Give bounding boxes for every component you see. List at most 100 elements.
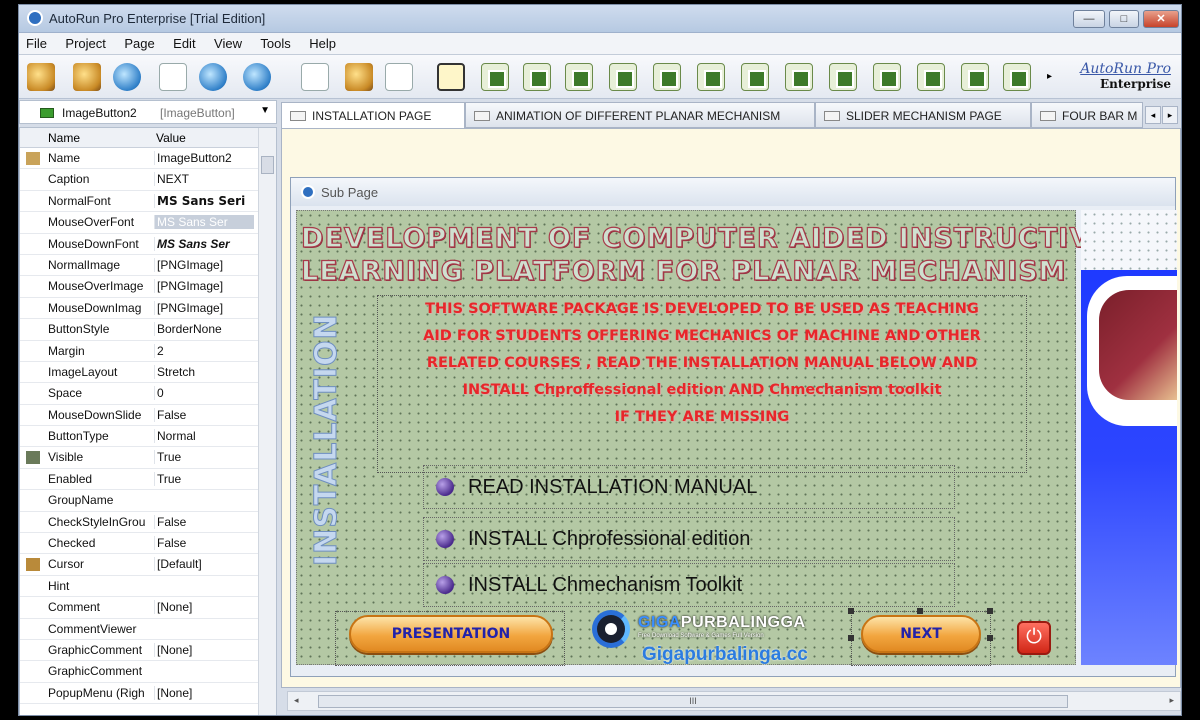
open-project-icon[interactable] [27, 63, 55, 91]
install-chmechanism-button[interactable]: INSTALL Chmechanism Toolkit [423, 563, 955, 607]
text-button-tool-icon[interactable] [653, 63, 681, 91]
toolbar-overflow-icon[interactable]: ▸ [1047, 71, 1052, 82]
property-row[interactable]: ButtonStyle BorderNone [20, 319, 276, 341]
property-row[interactable]: Comment [None] [20, 597, 276, 619]
property-row[interactable]: ImageLayout Stretch [20, 362, 276, 384]
menu-file[interactable]: File [19, 33, 54, 51]
property-value[interactable]: False [154, 536, 254, 551]
tree-tool-icon[interactable] [961, 63, 989, 91]
property-row[interactable]: Hint [20, 576, 276, 598]
property-row[interactable]: PopupMenu (Righ [None] [20, 683, 276, 705]
properties-scrollbar[interactable] [258, 128, 276, 715]
menu-project[interactable]: Project [58, 33, 112, 51]
tab-animation-page[interactable]: ANIMATION OF DIFFERENT PLANAR MECHANISM [465, 102, 815, 128]
list-tool-icon[interactable] [917, 63, 945, 91]
property-row[interactable]: MouseOverImage [PNGImage] [20, 276, 276, 298]
scrollbar-thumb[interactable]: III [318, 695, 1068, 708]
property-row[interactable]: Space 0 [20, 383, 276, 405]
next-button[interactable]: NEXT [861, 615, 981, 653]
property-value[interactable]: MS Sans Ser [154, 215, 254, 230]
property-value[interactable]: [None] [154, 685, 254, 700]
selection-handle[interactable] [917, 608, 923, 614]
property-row[interactable]: NormalFont MS Sans Seri [20, 191, 276, 213]
tab-four-bar-page[interactable]: FOUR BAR M [1031, 102, 1143, 128]
memo-tool-icon[interactable] [741, 63, 769, 91]
property-row[interactable]: Enabled True [20, 469, 276, 491]
scrollbar-thumb[interactable] [261, 156, 274, 174]
property-value[interactable]: MS Sans Seri [154, 193, 254, 208]
property-row[interactable]: MouseDownImag [PNGImage] [20, 298, 276, 320]
tab-slider-mechanism-page[interactable]: SLIDER MECHANISM PAGE [815, 102, 1031, 128]
property-value[interactable]: MS Sans Ser [154, 236, 254, 251]
property-value[interactable]: [PNGImage] [154, 300, 254, 315]
property-value[interactable]: 2 [154, 343, 254, 358]
zoom-page-icon[interactable] [385, 63, 413, 91]
property-value[interactable]: [Default] [154, 557, 254, 572]
shape-tool-icon[interactable] [697, 63, 725, 91]
install-chprofessional-button[interactable]: INSTALL Chprofessional edition [423, 517, 955, 561]
property-value[interactable]: 0 [154, 386, 254, 401]
web-publish-icon[interactable] [113, 63, 141, 91]
sub-page-window[interactable]: Sub Page DEVELOPMENT OF COMPUTER AIDED I… [290, 177, 1177, 677]
property-value[interactable]: ImageButton2 [154, 151, 254, 165]
maximize-button[interactable]: □ [1109, 10, 1139, 28]
flash-tool-icon[interactable] [873, 63, 901, 91]
property-value[interactable]: BorderNone [154, 322, 254, 337]
scroll-left-icon[interactable]: ◂ [294, 695, 299, 706]
horizontal-scrollbar[interactable]: ◂ III ▸ [287, 691, 1181, 711]
close-button[interactable]: ✕ [1143, 10, 1179, 28]
property-value[interactable]: Normal [154, 429, 254, 444]
minimize-button[interactable]: — [1073, 10, 1105, 28]
property-row[interactable]: MouseDownFont MS Sans Ser [20, 234, 276, 255]
property-row[interactable]: Caption NEXT [20, 169, 276, 191]
property-row[interactable]: Checked False [20, 533, 276, 555]
tab-scroll-left-icon[interactable]: ◂ [1145, 106, 1161, 124]
property-row[interactable]: GroupName [20, 490, 276, 512]
scroll-right-icon[interactable]: ▸ [1169, 695, 1174, 706]
property-value[interactable]: False [154, 407, 254, 422]
property-row[interactable]: NormalImage [PNGImage] [20, 255, 276, 277]
menu-tools[interactable]: Tools [253, 33, 297, 51]
panel-tool-icon[interactable] [523, 63, 551, 91]
project-manager-icon[interactable] [73, 63, 101, 91]
tab-scroll-right-icon[interactable]: ▸ [1162, 106, 1178, 124]
property-value[interactable]: False [154, 514, 254, 529]
property-row[interactable]: MouseOverFont MS Sans Ser [20, 212, 276, 234]
property-row[interactable]: ButtonType Normal [20, 426, 276, 448]
property-row[interactable]: Name ImageButton2 [20, 148, 276, 170]
property-value[interactable]: NEXT [154, 172, 254, 187]
menu-help[interactable]: Help [302, 33, 343, 51]
property-row[interactable]: MouseDownSlide False [20, 405, 276, 427]
property-row[interactable]: GraphicComment [None] [20, 640, 276, 662]
label-tool-icon[interactable] [481, 63, 509, 91]
property-value[interactable]: [PNGImage] [154, 279, 254, 294]
read-manual-button[interactable]: READ INSTALLATION MANUAL [423, 465, 955, 509]
menu-view[interactable]: View [207, 33, 249, 51]
image-button-tool-icon[interactable] [609, 63, 637, 91]
selection-handle[interactable] [848, 635, 854, 641]
search-icon[interactable] [199, 63, 227, 91]
menu-page[interactable]: Page [117, 33, 161, 51]
property-value[interactable]: True [154, 450, 254, 465]
property-value[interactable]: [None] [154, 600, 254, 615]
image-tool-icon[interactable] [565, 63, 593, 91]
preview-icon[interactable] [159, 63, 187, 91]
build-icon[interactable] [243, 63, 271, 91]
select-tool-icon[interactable] [437, 63, 465, 91]
property-row[interactable]: GraphicComment [20, 661, 276, 683]
page-properties-icon[interactable] [345, 63, 373, 91]
grid-tool-icon[interactable] [1003, 63, 1031, 91]
tab-installation-page[interactable]: INSTALLATION PAGE [281, 102, 465, 129]
property-row[interactable]: CheckStyleInGrou False [20, 512, 276, 534]
selection-handle[interactable] [987, 635, 993, 641]
browser-tool-icon[interactable] [829, 63, 857, 91]
presentation-button[interactable]: PRESENTATION [349, 615, 553, 653]
selection-handle[interactable] [987, 608, 993, 614]
property-row[interactable]: CommentViewer [20, 619, 276, 640]
menu-edit[interactable]: Edit [166, 33, 202, 51]
selection-handle[interactable] [848, 608, 854, 614]
property-value[interactable]: [PNGImage] [154, 257, 254, 272]
property-row[interactable]: Margin 2 [20, 341, 276, 362]
property-row[interactable]: Visible True [20, 447, 276, 469]
property-value[interactable]: True [154, 471, 254, 486]
